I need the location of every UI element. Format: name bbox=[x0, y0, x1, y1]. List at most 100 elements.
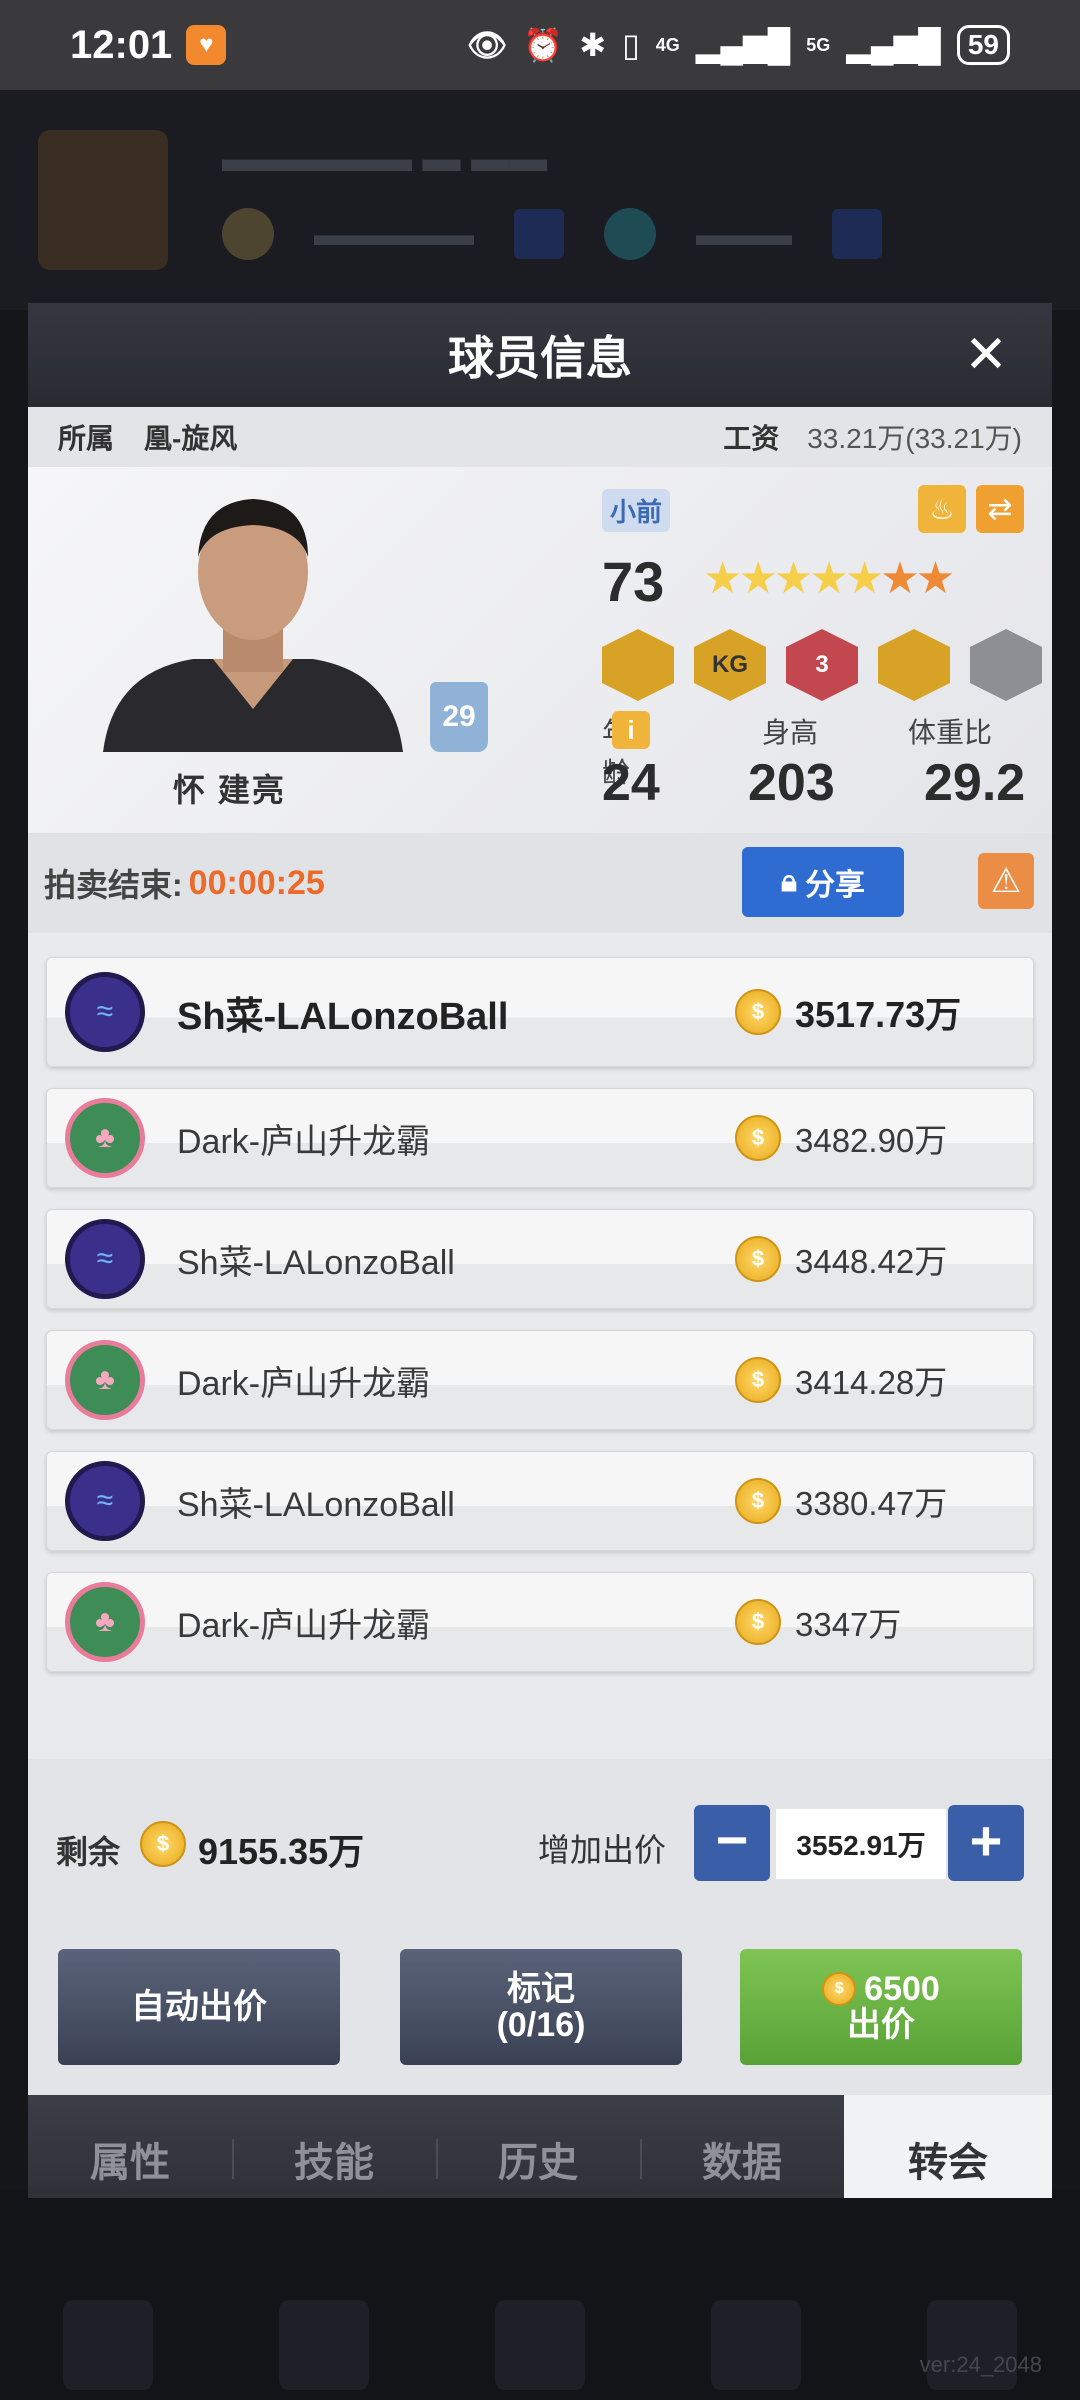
increase-bid-label: 增加出价 bbox=[538, 1832, 667, 1868]
team-avatar-icon: ♣ bbox=[65, 1340, 145, 1420]
background-add-diamond-button bbox=[832, 209, 882, 259]
player-name: 怀 建亮 bbox=[173, 772, 286, 808]
player-portrait bbox=[103, 499, 403, 752]
skill-badge-icon-5[interactable] bbox=[970, 629, 1042, 701]
swap-icon[interactable]: ⇄ bbox=[976, 485, 1024, 533]
status-time: 12:01 bbox=[70, 22, 173, 67]
mark-count: (0/16) bbox=[496, 2006, 586, 2044]
bidder-name: Sh菜-LALonzoBall bbox=[177, 995, 509, 1038]
star-icon: ★ bbox=[844, 554, 885, 603]
coin-icon: $ bbox=[822, 1972, 857, 2006]
bidder-name: Dark-庐山升龙霸 bbox=[177, 1606, 431, 1645]
bluetooth-icon: ✱ bbox=[579, 27, 607, 63]
bid-amount: 3347万 bbox=[795, 1606, 902, 1643]
skill-badge-icon-2[interactable]: KG bbox=[694, 629, 766, 701]
skill-badge-icon-4[interactable] bbox=[878, 629, 950, 701]
tab-0[interactable]: 属性 bbox=[28, 2095, 232, 2198]
bidder-name: Dark-庐山升龙霸 bbox=[177, 1364, 431, 1403]
team-avatar-icon: ♣ bbox=[65, 1098, 145, 1178]
bid-history-list[interactable]: ≈ Sh菜-LALonzoBall $3517.73万 ♣ Dark-庐山升龙霸 $348… bbox=[28, 933, 1052, 1759]
tab-1[interactable]: 技能 bbox=[232, 2095, 436, 2198]
background-team-logo bbox=[38, 130, 168, 270]
balance-label: 剩余 bbox=[56, 1834, 121, 1870]
info-icon[interactable]: i bbox=[612, 711, 650, 749]
coin-icon: $ bbox=[735, 989, 781, 1035]
weight-value: 29.2 bbox=[924, 754, 1026, 812]
balance-bar: 剩余 $ 9155.35万 增加出价 − 3552.91万 + bbox=[28, 1759, 1052, 1939]
dialog-header: 球员信息 ✕ bbox=[28, 303, 1052, 407]
tab-4[interactable]: 转会 bbox=[844, 2095, 1052, 2198]
star-icon: ★ bbox=[738, 554, 778, 603]
alarm-icon: ⏰ bbox=[523, 27, 564, 63]
bidder-name: Dark-庐山升龙霸 bbox=[177, 1122, 431, 1161]
tab-3[interactable]: 数据 bbox=[640, 2095, 844, 2198]
coin-icon: $ bbox=[735, 1357, 781, 1403]
height-value: 203 bbox=[748, 754, 835, 812]
star-icon: ★ bbox=[915, 554, 956, 603]
background-nav-icon-2 bbox=[279, 2300, 369, 2390]
background-nav-icon-4 bbox=[711, 2300, 801, 2390]
close-icon[interactable]: ✕ bbox=[960, 329, 1012, 381]
bid-row: ♣ Dark-庐山升龙霸 $3347万 bbox=[46, 1572, 1034, 1672]
star-icon: ★ bbox=[773, 554, 814, 603]
position-badge: 小前 bbox=[602, 489, 671, 532]
background-coin-amount: ▬▬▬▬▬ bbox=[314, 215, 474, 252]
team-avatar-icon: ≈ bbox=[65, 1219, 145, 1299]
salary-label: 工资 bbox=[723, 423, 780, 454]
bid-row: ♣ Dark-庐山升龙霸 $3414.28万 bbox=[46, 1330, 1034, 1430]
background-coin-icon bbox=[222, 208, 274, 260]
coin-icon: $ bbox=[735, 1236, 781, 1282]
weight-label: 体重比 bbox=[908, 717, 993, 748]
bid-amount: 3448.42万 bbox=[795, 1243, 948, 1280]
auto-bid-button[interactable]: 自动出价 bbox=[58, 1949, 340, 2065]
skill-badge-icon-3[interactable]: 3 bbox=[786, 629, 858, 701]
background-add-coin-button bbox=[514, 209, 564, 259]
age-value: 24 bbox=[602, 754, 660, 812]
bid-amount: 3414.28万 bbox=[795, 1364, 948, 1401]
salary-value: 33.21万(33.21万) bbox=[807, 423, 1022, 454]
balance-value: 9155.35万 bbox=[198, 1831, 365, 1872]
star-rating: ★★★★★★★ bbox=[703, 553, 956, 604]
dialog-tabs: 属性 技能 历史 数据 转会 bbox=[28, 2095, 1052, 2198]
action-buttons: 自动出价 标记 (0/16) $ 6500 出价 bbox=[28, 1939, 1052, 2095]
player-info-dialog: 球员信息 ✕ 所属 凰-旋风 工资 33.21万(33.21万) 29 怀 建亮… bbox=[28, 303, 1052, 2198]
team-avatar-icon: ≈ bbox=[65, 972, 145, 1052]
signal-4g-icon: 4G bbox=[655, 35, 680, 55]
skill-badge-icon-1[interactable] bbox=[602, 629, 674, 701]
mark-button[interactable]: 标记 (0/16) bbox=[400, 1949, 682, 2065]
coin-icon: $ bbox=[735, 1478, 781, 1524]
report-warning-icon[interactable]: ⚠ bbox=[978, 853, 1034, 909]
auction-timer: 00:00:25 bbox=[188, 863, 325, 902]
background-currency-row: ▬▬▬▬▬ ▬▬▬ bbox=[222, 208, 882, 260]
bid-amount: 3517.73万 bbox=[795, 994, 962, 1035]
signal-bars-icon: ▂▄▆█ bbox=[695, 27, 791, 63]
auto-bid-label: 自动出价 bbox=[131, 1988, 267, 2026]
auction-bar: 拍卖结束: 00:00:25 🔒︎ 分享 ⚠ bbox=[28, 833, 1052, 933]
tab-2[interactable]: 历史 bbox=[436, 2095, 640, 2198]
skill-badges: KG 3 bbox=[602, 629, 1042, 701]
decrease-bid-button[interactable]: − bbox=[694, 1805, 770, 1881]
signal-5g-icon: 5G bbox=[806, 35, 831, 55]
bid-row: ≈ Sh菜-LALonzoBall $3448.42万 bbox=[46, 1209, 1034, 1309]
bidder-name: Sh菜-LALonzoBall bbox=[177, 1243, 455, 1282]
share-button[interactable]: 🔒︎ 分享 bbox=[742, 847, 904, 917]
player-card: 29 怀 建亮 小前 ♨ ⇄ 73 ★★★★★★★ KG 3 年龄i 身高 体重… bbox=[28, 467, 1052, 833]
star-icon: ★ bbox=[809, 554, 849, 603]
increase-bid-button[interactable]: + bbox=[948, 1805, 1024, 1881]
mark-label: 标记 bbox=[507, 1970, 575, 2008]
battery-icon: 59 bbox=[956, 25, 1010, 65]
bid-cost: 6500 bbox=[864, 1970, 940, 2008]
place-bid-button[interactable]: $ 6500 出价 bbox=[740, 1949, 1022, 2065]
fire-icon[interactable]: ♨ bbox=[918, 485, 966, 533]
jersey-number-icon: 29 bbox=[430, 682, 488, 752]
bid-cost-row: $ 6500 bbox=[822, 1971, 940, 2007]
coin-icon: $ bbox=[735, 1599, 781, 1645]
team-salary-row: 所属 凰-旋风 工资 33.21万(33.21万) bbox=[28, 407, 1052, 467]
share-label: 分享 bbox=[804, 869, 865, 902]
background-diamond-icon bbox=[604, 208, 656, 260]
bid-amount-field[interactable]: 3552.91万 bbox=[776, 1809, 946, 1879]
height-label: 身高 bbox=[762, 717, 819, 748]
background-header: ▬▬▬▬▬ ▬ ▬▬ ▬▬▬▬▬ ▬▬▬ bbox=[0, 90, 1080, 310]
background-team-name: ▬▬▬▬▬ ▬ ▬▬ bbox=[222, 138, 548, 180]
team-label: 所属 bbox=[58, 423, 115, 454]
